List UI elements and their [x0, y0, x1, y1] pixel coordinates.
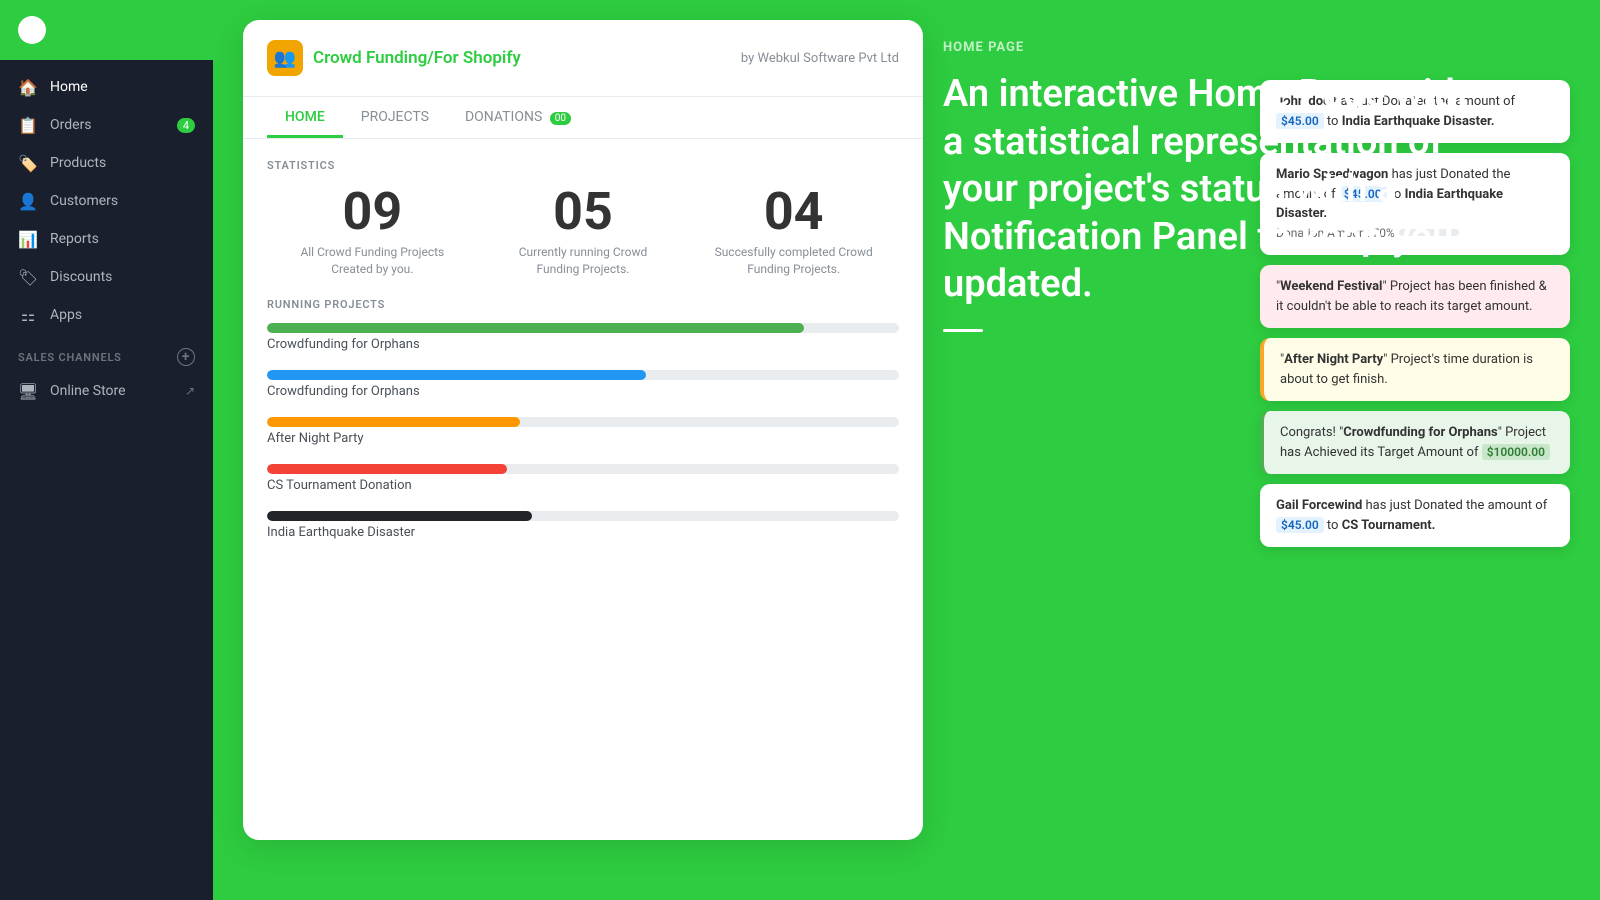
tab-projects[interactable]: PROJECTS [343, 97, 447, 138]
orders-badge: 4 [177, 118, 195, 133]
project-bar-row [267, 370, 899, 380]
project-bar-bg [267, 370, 899, 380]
notif-gail-forcewind: Gail Forcewind has just Donated the amou… [1260, 484, 1570, 547]
main-content: 👥 Crowd Funding/For Shopify by Webkul So… [213, 0, 1600, 900]
notif-after-night-party: "After Night Party" Project's time durat… [1260, 338, 1570, 401]
sidebar-item-reports-label: Reports [50, 231, 99, 247]
project-bar-row [267, 464, 899, 474]
project-item-2: After Night Party [267, 417, 899, 446]
stat-running-desc: Currently running Crowd Funding Projects… [478, 244, 689, 278]
sidebar-item-home-label: Home [50, 79, 88, 95]
stat-total-desc: All Crowd Funding Projects Created by yo… [267, 244, 478, 278]
project-bar-fill [267, 511, 532, 521]
sidebar-navigation: 🏠 Home 📋 Orders 4 🏷️ Products 👤 Customer… [0, 60, 213, 900]
stat-completed-number: 04 [688, 186, 899, 238]
project-bar-fill [267, 370, 646, 380]
app-title: Crowd Funding/For Shopify [313, 48, 521, 68]
app-vendor: by Webkul Software Pvt Ltd [741, 51, 899, 66]
app-tabs: HOME PROJECTS DONATIONS 00 [243, 97, 923, 139]
sales-channels-section: SALES CHANNELS + [0, 334, 213, 372]
stat-running-number: 05 [478, 186, 689, 238]
project-name: After Night Party [267, 431, 899, 446]
app-title-wrapper: Crowd Funding/For Shopify [313, 48, 521, 68]
app-title-area: 👥 Crowd Funding/For Shopify [267, 40, 521, 76]
sidebar-item-home[interactable]: 🏠 Home [0, 68, 213, 106]
sidebar-item-products-label: Products [50, 155, 106, 171]
project-bar-row [267, 323, 899, 333]
project-item-1: Crowdfunding for Orphans [267, 370, 899, 399]
stats-label: STATISTICS [267, 159, 899, 172]
apps-icon: ⚏ [18, 305, 38, 325]
sidebar-item-apps-label: Apps [50, 307, 82, 323]
projects-label: RUNNING PROJECTS [267, 298, 899, 311]
projects-list: Crowdfunding for Orphans Crowdfunding fo… [267, 323, 899, 540]
project-name: CS Tournament Donation [267, 478, 899, 493]
right-panel-divider [943, 329, 983, 332]
external-link-icon: ↗ [185, 384, 195, 398]
sidebar-item-orders-label: Orders [50, 117, 92, 133]
project-item-4: India Earthquake Disaster [267, 511, 899, 540]
project-item-0: Crowdfunding for Orphans [267, 323, 899, 352]
reports-icon: 📊 [18, 229, 38, 249]
right-panel-label: HOME PAGE [943, 40, 1493, 55]
sidebar-item-online-store-label: Online Store [50, 383, 126, 399]
project-bar-fill [267, 417, 520, 427]
project-bar-bg [267, 417, 899, 427]
stat-total-number: 09 [267, 186, 478, 238]
project-name: India Earthquake Disaster [267, 525, 899, 540]
project-bar-fill [267, 464, 507, 474]
sidebar-logo: 🛍 [0, 0, 213, 60]
donations-badge: 00 [550, 112, 571, 125]
stats-grid: 09 All Crowd Funding Projects Created by… [267, 186, 899, 278]
add-sales-channel-button[interactable]: + [177, 348, 195, 366]
sidebar-item-apps[interactable]: ⚏ Apps [0, 296, 213, 334]
discounts-icon: 🏷 [18, 267, 38, 287]
stats-section: STATISTICS 09 All Crowd Funding Projects… [243, 139, 923, 288]
app-icon: 👥 [267, 40, 303, 76]
app-card: 👥 Crowd Funding/For Shopify by Webkul So… [243, 20, 923, 840]
right-panel-text: An interactive Home Page with a statisti… [943, 71, 1493, 309]
project-bar-fill [267, 323, 804, 333]
products-icon: 🏷️ [18, 153, 38, 173]
project-bar-bg [267, 511, 899, 521]
project-item-3: CS Tournament Donation [267, 464, 899, 493]
project-bar-bg [267, 323, 899, 333]
sidebar-item-discounts-label: Discounts [50, 269, 112, 285]
app-card-header: 👥 Crowd Funding/For Shopify by Webkul So… [243, 20, 923, 97]
project-name: Crowdfunding for Orphans [267, 384, 899, 399]
project-bar-bg [267, 464, 899, 474]
sidebar-item-reports[interactable]: 📊 Reports [0, 220, 213, 258]
projects-section: RUNNING PROJECTS Crowdfunding for Orphan… [243, 288, 923, 840]
stat-running-projects: 05 Currently running Crowd Funding Proje… [478, 186, 689, 278]
tab-donations[interactable]: DONATIONS 00 [447, 97, 589, 138]
orders-icon: 📋 [18, 115, 38, 135]
project-name: Crowdfunding for Orphans [267, 337, 899, 352]
shopify-logo-icon: 🛍 [18, 16, 46, 44]
notif-crowdfunding-orphans: Congrats! "Crowdfunding for Orphans" Pro… [1260, 411, 1570, 474]
online-store-icon: 🖥 [18, 381, 38, 401]
right-panel: HOME PAGE An interactive Home Page with … [943, 40, 1493, 332]
sidebar: 🛍 🏠 Home 📋 Orders 4 🏷️ Products 👤 Custom… [0, 0, 213, 900]
stat-completed-desc: Succesfully completed Crowd Funding Proj… [688, 244, 899, 278]
sidebar-item-orders[interactable]: 📋 Orders 4 [0, 106, 213, 144]
sidebar-item-discounts[interactable]: 🏷 Discounts [0, 258, 213, 296]
sidebar-item-online-store[interactable]: 🖥 Online Store ↗ [0, 372, 213, 410]
tab-home[interactable]: HOME [267, 97, 343, 138]
stat-completed-projects: 04 Succesfully completed Crowd Funding P… [688, 186, 899, 278]
sidebar-item-customers[interactable]: 👤 Customers [0, 182, 213, 220]
customers-icon: 👤 [18, 191, 38, 211]
project-bar-row [267, 511, 899, 521]
sidebar-item-products[interactable]: 🏷️ Products [0, 144, 213, 182]
sidebar-item-customers-label: Customers [50, 193, 118, 209]
project-bar-row [267, 417, 899, 427]
stat-total-projects: 09 All Crowd Funding Projects Created by… [267, 186, 478, 278]
home-icon: 🏠 [18, 77, 38, 97]
